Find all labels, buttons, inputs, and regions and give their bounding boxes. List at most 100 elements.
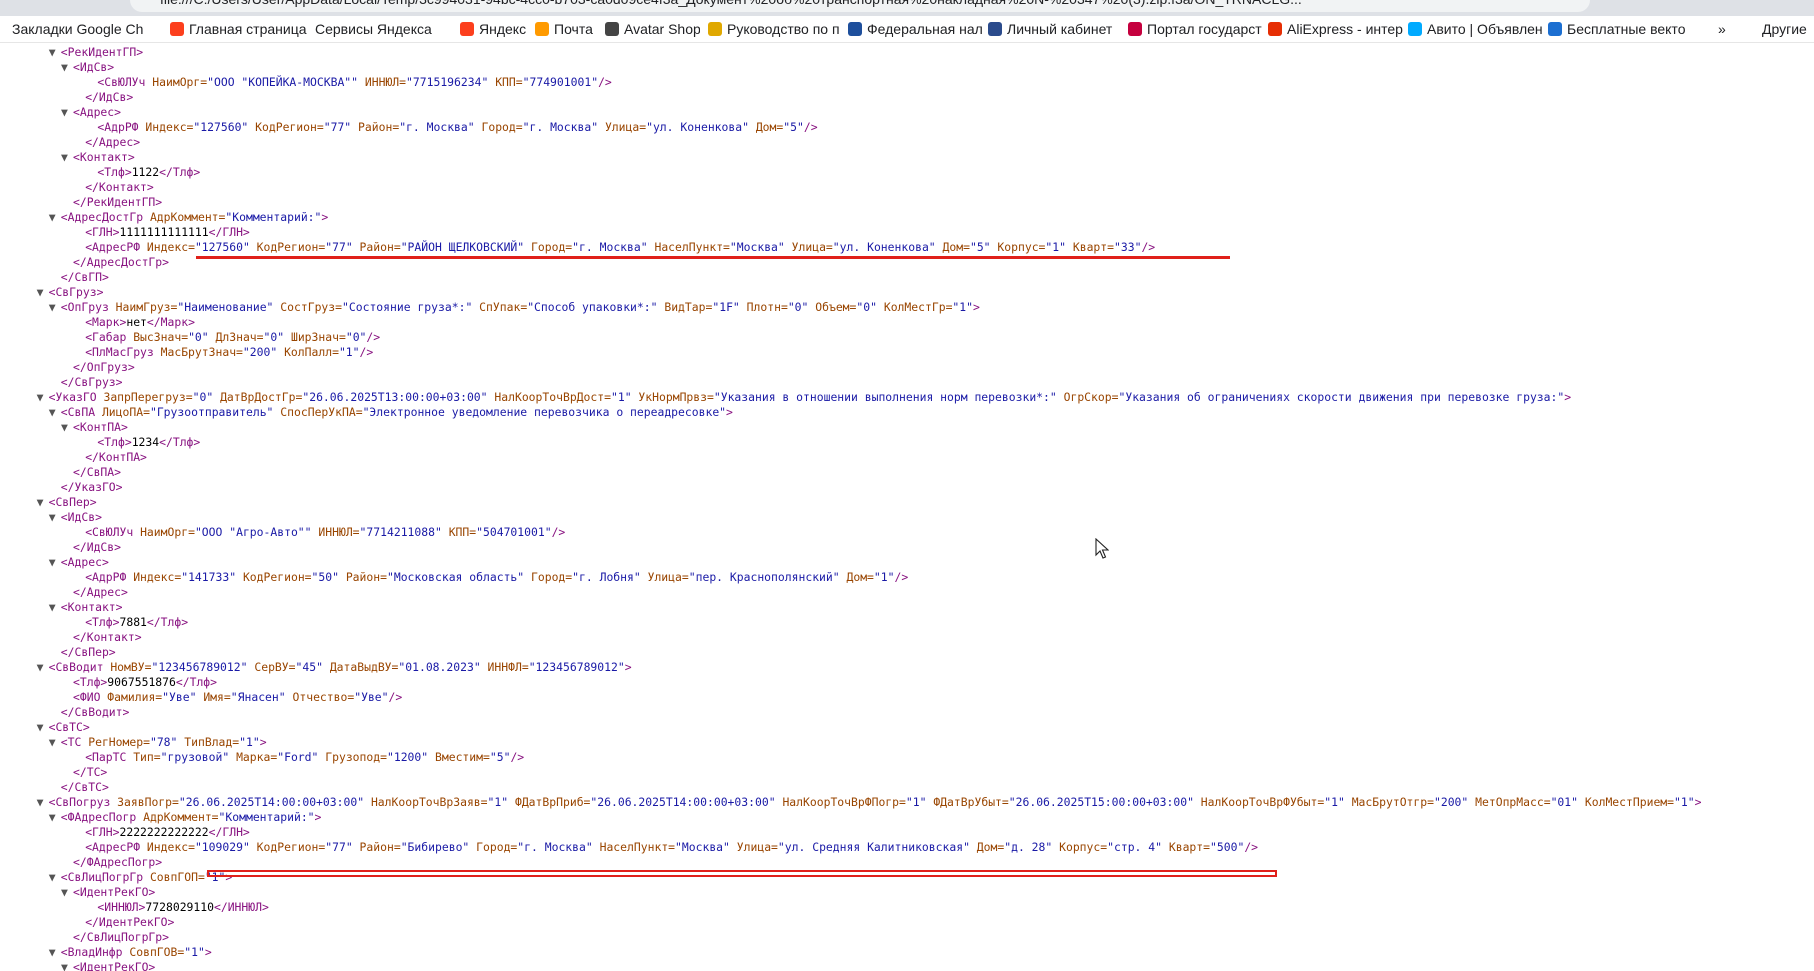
collapse-toggle-icon[interactable]: ▼: [61, 420, 73, 435]
xml-attr-name: Корпус=: [997, 240, 1046, 254]
xml-attr-value: "33": [1114, 240, 1142, 254]
bookmark-item[interactable]: Авито | Объявлен: [1408, 16, 1543, 42]
collapse-toggle-icon[interactable]: ▼: [61, 150, 73, 165]
xml-tag: <ИдентРекГО>: [73, 885, 156, 899]
xml-tag: <ПарТС: [85, 750, 134, 764]
collapse-toggle-icon[interactable]: ▼: [37, 285, 49, 300]
xml-tag: <Контакт>: [73, 150, 135, 164]
collapse-toggle-icon[interactable]: ▼: [49, 555, 61, 570]
xml-tag: <СвГруз>: [48, 285, 104, 299]
bookmark-item[interactable]: Почта: [535, 16, 600, 42]
bookmark-item[interactable]: Яндекс: [460, 16, 530, 42]
bookmark-item[interactable]: AliExpress - интер: [1268, 16, 1403, 42]
xml-attr-value: "127560": [193, 120, 256, 134]
xml-tag: <ПлМасГруз: [85, 345, 161, 359]
bookmark-label: Avatar Shop: [624, 21, 700, 37]
xml-tag: </ОпГруз>: [73, 360, 135, 374]
xml-attr-name: ЛицоПА=: [101, 405, 150, 419]
xml-line: ▼ <ИдСв>: [49, 510, 102, 525]
xml-tag: </ГЛН>: [208, 825, 250, 839]
xml-attr-value: "7715196234": [406, 75, 496, 89]
bookmark-item[interactable]: Личный кабинет: [988, 16, 1123, 42]
xml-attr-value: "д. 28": [1004, 840, 1060, 854]
collapse-toggle-icon[interactable]: ▼: [37, 795, 49, 810]
bookmark-item[interactable]: »: [1718, 16, 1748, 42]
xml-attr-name: Фамилия=: [107, 690, 163, 704]
xml-attr-value: "200": [242, 345, 285, 359]
xml-attr-value: "Бибирево": [400, 840, 477, 854]
bookmark-item[interactable]: Руководство по п: [708, 16, 843, 42]
xml-line: ▼ <ТС РегНомер="78" ТипВлад="1">: [49, 735, 267, 750]
bookmark-item[interactable]: Другие: [1762, 16, 1814, 42]
xml-attr-name: КодРегион=: [256, 840, 326, 854]
collapse-toggle-icon[interactable]: ▼: [37, 720, 49, 735]
xml-attr-name: СовпГОВ=: [129, 945, 185, 959]
collapse-toggle-icon[interactable]: ▼: [49, 945, 61, 960]
xml-attr-value: "7714211088": [359, 525, 449, 539]
collapse-toggle-icon[interactable]: ▼: [49, 810, 61, 825]
bookmark-item[interactable]: Сервисы Яндекса: [315, 16, 455, 42]
collapse-toggle-icon[interactable]: ▼: [49, 210, 61, 225]
xml-line: ▼ <УказГО ЗапрПерегруз="0" ДатВрДостГр="2…: [37, 390, 1572, 405]
collapse-toggle-icon[interactable]: ▼: [37, 390, 49, 405]
xml-tag: <Тлф>: [85, 615, 120, 629]
bookmark-favicon-icon: [460, 22, 474, 36]
xml-attr-name: АдрКоммент=: [149, 210, 226, 224]
xml-attr-name: Улица=: [736, 840, 778, 854]
xml-attr-value: "26.06.2025T14:00:00+03:00": [178, 795, 371, 809]
xml-line: </СвГруз>: [49, 375, 123, 390]
collapse-toggle-icon[interactable]: ▼: [49, 735, 61, 750]
collapse-toggle-icon[interactable]: ▼: [61, 105, 73, 120]
collapse-toggle-icon[interactable]: ▼: [61, 960, 73, 971]
collapse-toggle-icon[interactable]: ▼: [61, 60, 73, 75]
xml-line: </ИдСв>: [61, 540, 121, 555]
xml-line: </УказГО>: [49, 480, 123, 495]
xml-tag: <ИдСв>: [60, 510, 102, 524]
xml-tag: <СвПогруз: [48, 795, 118, 809]
xml-attr-value: "Уве": [354, 690, 389, 704]
xml-attr-name: Индекс=: [145, 120, 194, 134]
xml-attr-value: "1": [610, 390, 639, 404]
bookmark-favicon-icon: [708, 22, 722, 36]
xml-attr-name: УкНормПрвз=: [638, 390, 714, 404]
bookmark-label: Главная страница: [189, 21, 307, 37]
xml-attr-name: Тип=: [133, 750, 161, 764]
xml-line: <АдресРФ Индекс="127560" КодРегион="77" …: [73, 240, 1155, 255]
bookmark-item[interactable]: Портал государст: [1128, 16, 1263, 42]
collapse-toggle-icon[interactable]: ▼: [49, 300, 61, 315]
collapse-toggle-icon[interactable]: ▼: [37, 495, 49, 510]
xml-attr-name: НомВУ=: [110, 660, 152, 674]
collapse-toggle-icon[interactable]: ▼: [49, 510, 61, 525]
xml-line: <СвЮЛУч НаимОрг="ООО "Агро-Авто"" ИННЮЛ=…: [73, 525, 565, 540]
xml-tag: <АдресДостГр: [60, 210, 150, 224]
address-bar[interactable]: file:///C:/Users/User/AppData/Local/Temp…: [130, 0, 1590, 12]
bookmark-item[interactable]: Avatar Shop: [605, 16, 700, 42]
xml-line: </АдресДостГр>: [61, 255, 169, 270]
xml-attr-name: СпУпак=: [479, 300, 528, 314]
xml-tag: <АдрРФ: [97, 120, 146, 134]
collapse-toggle-icon[interactable]: ▼: [49, 45, 61, 60]
xml-line: ▼ <СвТС>: [37, 720, 90, 735]
bookmark-item[interactable]: Главная страница: [170, 16, 310, 42]
collapse-toggle-icon[interactable]: ▼: [61, 885, 73, 900]
collapse-toggle-icon[interactable]: ▼: [49, 870, 61, 885]
collapse-toggle-icon[interactable]: ▼: [49, 600, 61, 615]
xml-text: 1111111111111: [119, 225, 209, 239]
bookmark-label: Руководство по п: [727, 21, 840, 37]
bookmark-item[interactable]: Федеральная нал: [848, 16, 983, 42]
collapse-toggle-icon[interactable]: ▼: [49, 405, 61, 420]
xml-tag: <ТС: [60, 735, 89, 749]
xml-attr-value: "26.06.2025T13:00:00+03:00": [302, 390, 495, 404]
xml-attr-value: "1": [1045, 240, 1073, 254]
xml-attr-name: СостГруз=: [280, 300, 343, 314]
xml-line: <СвЮЛУч НаимОрг="ООО "КОПЕЙКА-МОСКВА"" И…: [85, 75, 611, 90]
bookmark-item[interactable]: Закладки Google Ch: [12, 16, 162, 42]
xml-tag: <ИННЮЛ>: [97, 900, 146, 914]
xml-attr-value: "5": [489, 750, 511, 764]
collapse-toggle-icon[interactable]: ▼: [37, 660, 49, 675]
mouse-cursor-icon: [1095, 538, 1109, 559]
xml-tag: />: [551, 525, 566, 539]
xml-attr-name: Район=: [358, 120, 400, 134]
bookmark-item[interactable]: Бесплатные векто: [1548, 16, 1698, 42]
xml-line: <ПарТС Тип="грузовой" Марка="Ford" Грузо…: [73, 750, 524, 765]
